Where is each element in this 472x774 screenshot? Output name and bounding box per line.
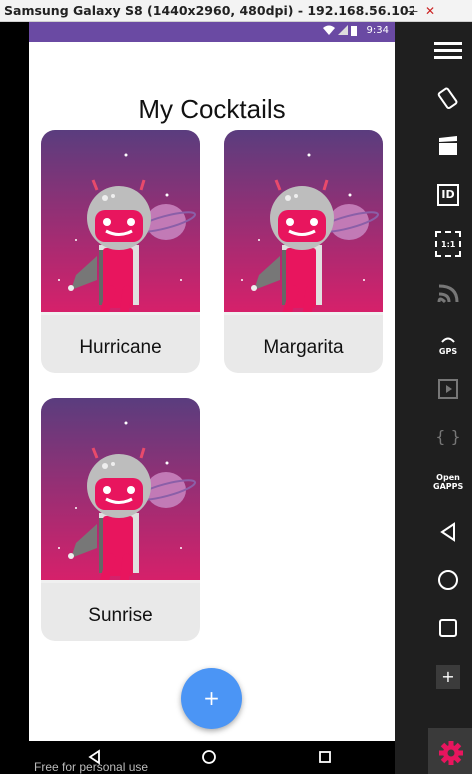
home-icon[interactable]: [201, 749, 221, 767]
add-cocktail-button[interactable]: +: [181, 668, 242, 729]
watermark: Free for personal use: [34, 760, 149, 774]
pixel-perfect-icon[interactable]: 1:1: [428, 224, 468, 264]
screen-record-icon[interactable]: [428, 126, 468, 166]
toolbar-home-icon[interactable]: [428, 560, 468, 600]
open-gapps-icon[interactable]: Open GAPPS: [428, 462, 468, 502]
wifi-icon: [323, 25, 335, 35]
minimize-button[interactable]: —: [403, 2, 421, 20]
menu-icon[interactable]: [428, 30, 468, 70]
recents-icon[interactable]: [317, 749, 337, 767]
javascript-icon[interactable]: { }: [428, 416, 468, 456]
toolbar-recents-icon[interactable]: [428, 608, 468, 648]
app-content: My Cocktails Hurricane Margarita Sunrise…: [29, 42, 395, 741]
device-screen: 9:34 My Cocktails Hurricane Margarita Su…: [29, 22, 395, 774]
page-title: My Cocktails: [138, 94, 286, 124]
settings-icon[interactable]: [428, 728, 472, 774]
window-left-border: [0, 22, 29, 774]
robot-illustration: [224, 130, 383, 315]
cocktail-card-label: Sunrise: [88, 605, 153, 626]
battery-icon: [351, 26, 357, 36]
close-button[interactable]: ✕: [421, 2, 439, 20]
device-id-icon[interactable]: ID: [428, 175, 468, 215]
gps-icon[interactable]: GPS: [428, 322, 468, 362]
plus-icon[interactable]: +: [428, 657, 468, 697]
cocktail-card-label: Hurricane: [79, 337, 162, 358]
cast-icon[interactable]: [428, 273, 468, 313]
window-titlebar: Samsung Galaxy S8 (1440x2960, 480dpi) - …: [0, 0, 472, 22]
cocktail-card[interactable]: Sunrise: [41, 398, 200, 641]
emulator-toolbar: ID 1:1 GPS { } Open GAPPS +: [395, 22, 472, 774]
cocktail-card[interactable]: Margarita: [224, 130, 383, 373]
cocktail-card[interactable]: Hurricane: [41, 130, 200, 373]
cocktail-card-label: Margarita: [263, 337, 344, 358]
status-time: 9:34: [366, 25, 389, 36]
signal-icon: [338, 25, 348, 35]
status-bar: 9:34: [29, 22, 395, 42]
robot-illustration: [41, 398, 200, 583]
media-icon[interactable]: [428, 369, 468, 409]
toolbar-back-icon[interactable]: [428, 512, 468, 552]
rotate-icon[interactable]: [428, 78, 468, 118]
window-title: Samsung Galaxy S8 (1440x2960, 480dpi) - …: [4, 3, 414, 18]
robot-illustration: [41, 130, 200, 315]
